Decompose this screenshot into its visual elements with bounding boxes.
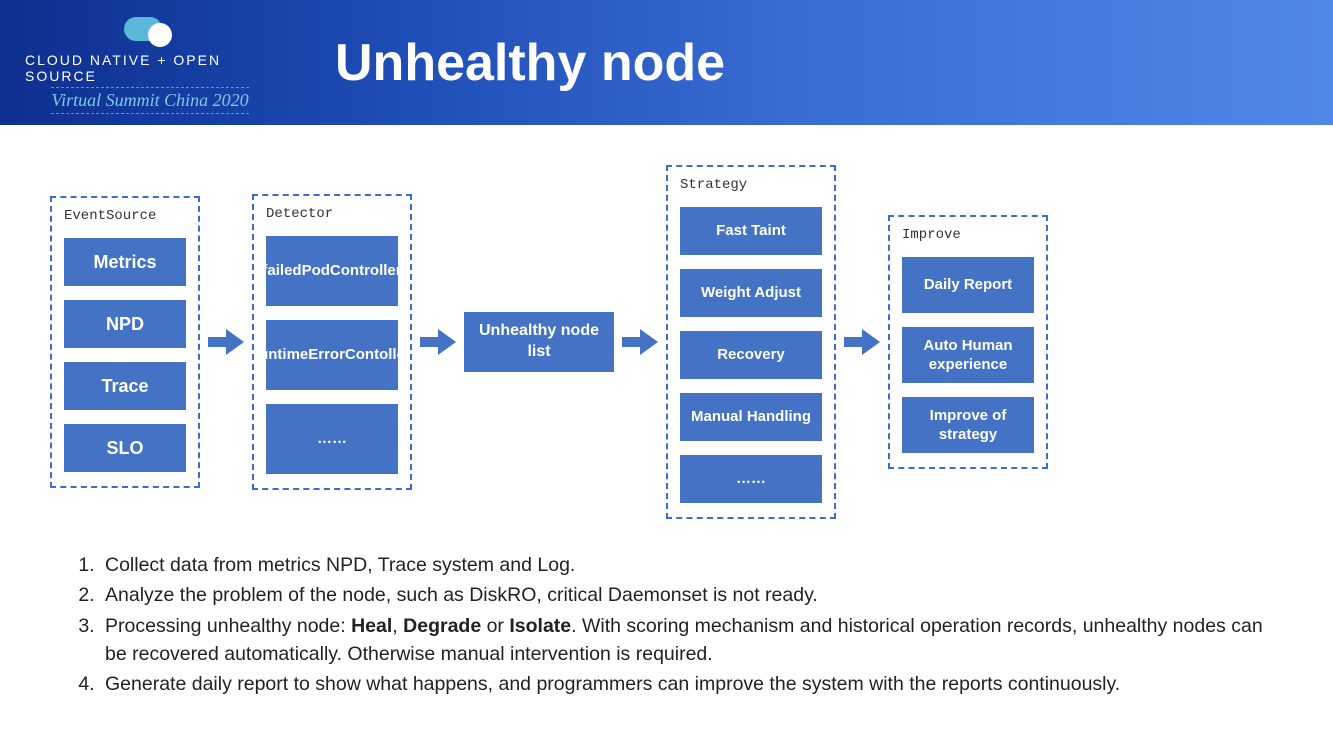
- group-title-improve: Improve: [902, 227, 1034, 243]
- cloud-logo-icon: [120, 12, 180, 47]
- box-weight-adjust: Weight Adjust: [680, 269, 822, 317]
- box-auto-human-experience: Auto Human experience: [902, 327, 1034, 383]
- note-item-1: Collect data from metrics NPD, Trace sys…: [100, 551, 1263, 579]
- box-metrics: Metrics: [64, 238, 186, 286]
- arrow-right-icon: [208, 327, 244, 357]
- box-strategy-more: ……: [680, 455, 822, 503]
- logo-text-secondary: Virtual Summit China 2020: [51, 87, 248, 114]
- group-improve: Improve Daily Report Auto Human experien…: [888, 215, 1048, 469]
- note-item-4: Generate daily report to show what happe…: [100, 670, 1263, 698]
- logo-area: CLOUD NATIVE + OPEN SOURCE Virtual Summi…: [25, 12, 275, 114]
- header-banner: CLOUD NATIVE + OPEN SOURCE Virtual Summi…: [0, 0, 1333, 125]
- box-npd: NPD: [64, 300, 186, 348]
- box-detector-more: ……: [266, 404, 398, 474]
- group-title-strategy: Strategy: [680, 177, 822, 193]
- logo-text-primary: CLOUD NATIVE + OPEN SOURCE: [25, 52, 275, 84]
- arrow-right-icon: [622, 327, 658, 357]
- arrow-right-icon: [844, 327, 880, 357]
- group-title-detector: Detector: [266, 206, 398, 222]
- box-recovery: Recovery: [680, 331, 822, 379]
- box-slo: SLO: [64, 424, 186, 472]
- box-manual-handling: Manual Handling: [680, 393, 822, 441]
- note-item-3: Processing unhealthy node: Heal, Degrade…: [100, 612, 1263, 669]
- group-detector: Detector failedPodController runtimeErro…: [252, 194, 412, 490]
- box-fast-taint: Fast Taint: [680, 207, 822, 255]
- diagram-flow: EventSource Metrics NPD Trace SLO Detect…: [0, 125, 1333, 539]
- box-daily-report: Daily Report: [902, 257, 1034, 313]
- note-item-2: Analyze the problem of the node, such as…: [100, 581, 1263, 609]
- group-strategy: Strategy Fast Taint Weight Adjust Recove…: [666, 165, 836, 519]
- box-trace: Trace: [64, 362, 186, 410]
- box-failed-pod-controller: failedPodController: [266, 236, 398, 306]
- box-runtime-error-controller: runtimeErrorContoller: [266, 320, 398, 390]
- notes-list: Collect data from metrics NPD, Trace sys…: [0, 539, 1333, 698]
- box-improve-strategy: Improve of strategy: [902, 397, 1034, 453]
- group-event-source: EventSource Metrics NPD Trace SLO: [50, 196, 200, 488]
- box-unhealthy-node-list: Unhealthy node list: [464, 312, 614, 372]
- arrow-right-icon: [420, 327, 456, 357]
- slide-title: Unhealthy node: [335, 33, 725, 93]
- group-title-event: EventSource: [64, 208, 186, 224]
